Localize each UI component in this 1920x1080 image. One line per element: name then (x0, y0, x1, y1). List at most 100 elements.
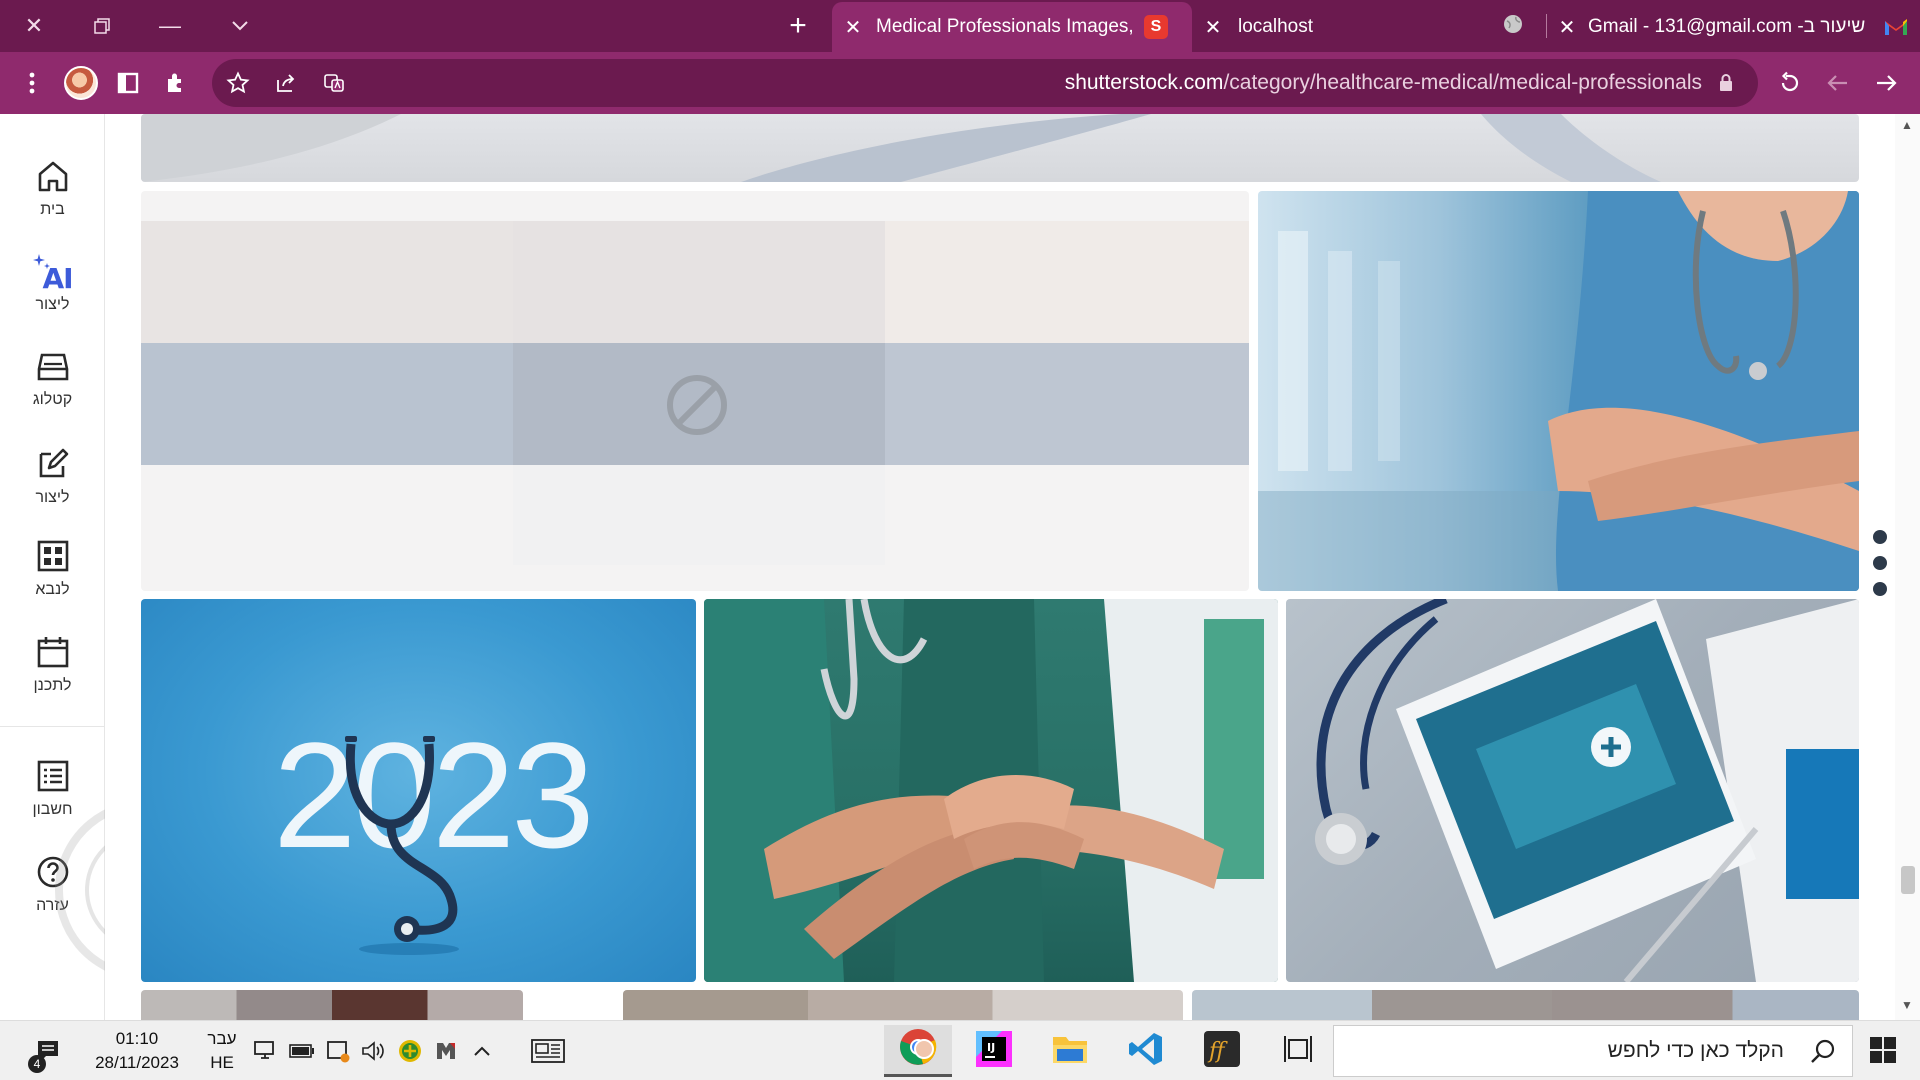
restore-window-icon[interactable] (84, 8, 120, 44)
placeholder-block (141, 221, 513, 343)
bookmark-star-icon[interactable] (220, 65, 256, 101)
lock-icon[interactable] (1708, 65, 1744, 101)
catalog-icon (37, 352, 69, 387)
tab-shutterstock[interactable]: ✕ Medical Professionals Images, Pi S (832, 2, 1192, 52)
back-icon[interactable] (1868, 65, 1904, 101)
image-doctor-hands-banner[interactable] (141, 114, 1859, 182)
taskbar-vscode[interactable] (1112, 1025, 1180, 1077)
reload-icon[interactable] (1772, 65, 1808, 101)
list-icon (37, 760, 69, 797)
tab-localhost[interactable]: ✕ localhost (1198, 2, 1540, 52)
green-app-tray-icon[interactable] (396, 1037, 424, 1065)
placeholder-block (141, 343, 513, 465)
image-stethoscope-2023[interactable]: 2023 (141, 599, 696, 982)
new-tab-button[interactable]: + (780, 8, 816, 44)
sidebar-item-home[interactable]: בית (0, 160, 105, 219)
translate-icon[interactable] (316, 65, 352, 101)
language-indicator[interactable]: עבר HE (202, 1027, 242, 1075)
placeholder-block (885, 221, 1249, 343)
image-next-row-2[interactable] (623, 990, 1183, 1020)
chrome-profile-icon (898, 1027, 938, 1072)
grid-icon (37, 540, 69, 577)
calendar-icon (37, 636, 69, 673)
close-tab-icon[interactable]: ✕ (838, 15, 868, 40)
sidebar-item-label: ליצור (35, 296, 70, 313)
image-next-row-1[interactable] (141, 990, 523, 1020)
sync-icon[interactable] (324, 1037, 352, 1065)
url-host: shutterstock.com (1064, 71, 1224, 94)
tab-divider (1546, 14, 1547, 38)
placeholder-block (513, 221, 885, 343)
show-hidden-icons-chevron[interactable] (468, 1037, 496, 1065)
page-scrollbar[interactable]: ▲ ▼ (1895, 114, 1920, 1020)
sidebar-item-predict[interactable]: לנבא (0, 540, 105, 599)
close-tab-icon[interactable]: ✕ (1198, 15, 1228, 40)
news-widget-icon[interactable] (530, 1037, 566, 1065)
sidebar-item-account[interactable]: חשבון (0, 760, 105, 819)
taskbar-font-app[interactable]: ff (1188, 1025, 1256, 1077)
image-nurses-hands[interactable] (704, 599, 1278, 982)
forward-disabled-icon[interactable] (1820, 65, 1856, 101)
font-app-icon: ff (1204, 1030, 1240, 1072)
tab-gmail[interactable]: ✕ שיעור ב- Gmail - 131@gmail.com (1552, 2, 1920, 52)
sidebar-item-label: ליצור (35, 489, 70, 506)
close-window-icon[interactable]: ✕ (16, 8, 52, 44)
sidebar-divider (0, 726, 105, 727)
browser-toolbar: shutterstock.com/category/healthcare-med… (0, 52, 1920, 114)
sidebar-item-create[interactable]: ליצור (0, 448, 105, 507)
image-nurse-stethoscope[interactable] (1258, 191, 1859, 591)
taskbar-task-view[interactable] (1264, 1025, 1332, 1077)
sidebar-item-ai-create[interactable]: AI ליצור (0, 254, 105, 314)
close-tab-icon[interactable]: ✕ (1552, 15, 1582, 40)
shield-tray-icon[interactable] (432, 1037, 460, 1065)
vscode-icon (1128, 1031, 1164, 1072)
profile-avatar[interactable] (64, 66, 98, 100)
folder-icon (1051, 1033, 1089, 1070)
address-bar[interactable]: shutterstock.com/category/healthcare-med… (212, 59, 1758, 107)
taskbar-intellij[interactable]: IJ (960, 1025, 1028, 1077)
ai-icon-text: AI (42, 262, 74, 295)
svg-text:IJ: IJ (987, 1041, 995, 1054)
stethoscope-shape (345, 736, 459, 955)
windows-taskbar: 4 01:10 28/11/2023 עבר HE IJ ff הקלד כאן… (0, 1020, 1920, 1080)
battery-icon[interactable] (288, 1037, 316, 1065)
home-icon (36, 160, 70, 197)
scrollbar-thumb[interactable] (1901, 866, 1915, 894)
sidebar-item-label: בית (40, 201, 65, 218)
globe-icon (1502, 13, 1524, 41)
image-blocked-placeholder[interactable] (141, 191, 1249, 591)
image-next-row-3[interactable] (1192, 990, 1859, 1020)
scroll-down-icon[interactable]: ▼ (1901, 998, 1913, 1012)
tab-title: שיעור ב- Gmail - 131@gmail.com (1588, 16, 1866, 37)
placeholder-block (885, 343, 1249, 465)
tab-title: localhost (1238, 16, 1313, 37)
sidebar-item-label: חשבון (32, 801, 73, 818)
sidebar-item-plan[interactable]: לתכנן (0, 636, 105, 695)
windows-start-icon[interactable] (1870, 1037, 1896, 1063)
taskbar-chrome[interactable] (884, 1025, 952, 1077)
taskbar-file-explorer[interactable] (1036, 1025, 1104, 1077)
minimize-window-icon[interactable]: — (152, 8, 188, 44)
system-clock[interactable]: 01:10 28/11/2023 (84, 1027, 190, 1075)
clock-time: 01:10 (115, 1029, 159, 1048)
image-tablet-stethoscope[interactable] (1286, 599, 1859, 982)
share-icon[interactable] (268, 65, 304, 101)
network-icon[interactable] (252, 1037, 280, 1065)
tab-title: Medical Professionals Images, Pi (876, 16, 1138, 37)
menu-dots-icon[interactable] (14, 65, 50, 101)
edit-icon (37, 448, 69, 485)
volume-icon[interactable] (360, 1037, 388, 1065)
url-text[interactable]: shutterstock.com/category/healthcare-med… (1065, 71, 1702, 95)
sidebar-item-catalog[interactable]: קטלוג (0, 352, 105, 409)
more-options-dots-icon[interactable] (1873, 530, 1887, 608)
tablet-illustration (1315, 599, 1859, 982)
language-name: עבר (207, 1029, 237, 1048)
tab-search-chevron-icon[interactable] (222, 8, 258, 44)
extensions-icon[interactable] (158, 65, 194, 101)
sidebar-item-label: לנבא (35, 581, 70, 598)
gmail-icon (1884, 17, 1908, 37)
task-view-icon (1283, 1034, 1313, 1069)
scroll-up-icon[interactable]: ▲ (1901, 118, 1913, 132)
taskbar-search[interactable]: הקלד כאן כדי לחפש (1333, 1025, 1853, 1077)
side-panel-icon[interactable] (110, 65, 146, 101)
